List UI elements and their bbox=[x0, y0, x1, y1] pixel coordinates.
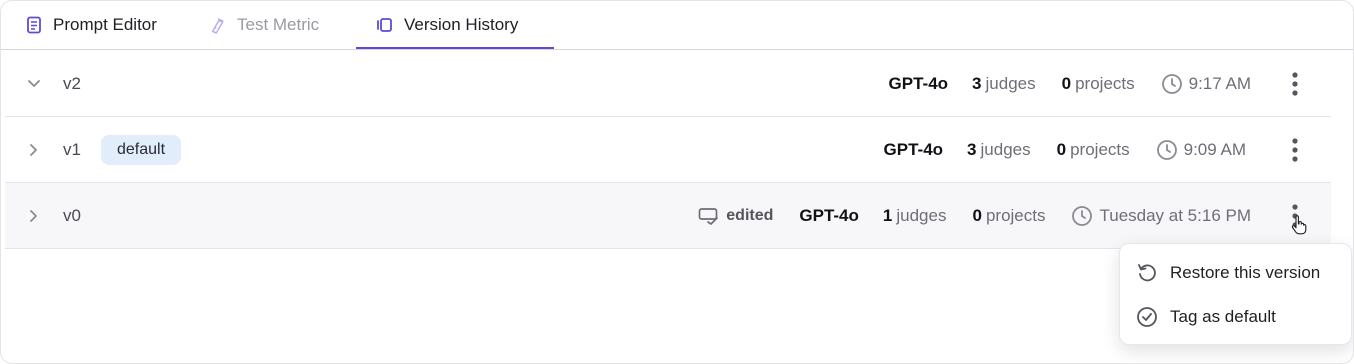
version-history-panel: Prompt Editor Test Metric Version Histor… bbox=[0, 0, 1354, 364]
default-badge: default bbox=[101, 134, 182, 165]
timestamp: Tuesday at 5:16 PM bbox=[1099, 205, 1251, 225]
version-meta: edited GPT-4o 1 judges 0 projects Tuesda… bbox=[698, 205, 1251, 227]
tag-default-menu-item[interactable]: Tag as default bbox=[1136, 306, 1276, 328]
timestamp: 9:09 AM bbox=[1183, 139, 1246, 159]
projects-label: projects bbox=[985, 205, 1046, 225]
judges-label: judges bbox=[985, 73, 1036, 93]
chevron-right-icon[interactable] bbox=[27, 143, 41, 157]
judges-count: 3 bbox=[967, 139, 977, 159]
clock-icon bbox=[1156, 139, 1178, 161]
projects-count: 0 bbox=[972, 205, 982, 225]
chevron-down-icon[interactable] bbox=[27, 77, 41, 91]
tab-label: Version History bbox=[404, 15, 519, 34]
edited-indicator: edited bbox=[698, 207, 773, 225]
tab-test-metric[interactable]: Test Metric bbox=[209, 1, 319, 49]
menu-item-label: Restore this version bbox=[1170, 263, 1321, 282]
judges-label: judges bbox=[896, 205, 947, 225]
flask-icon bbox=[209, 16, 227, 34]
version-label: v1 bbox=[63, 139, 81, 159]
version-meta: GPT-4o 3 judges 0 projects 9:17 AM bbox=[889, 73, 1251, 95]
version-meta: GPT-4o 3 judges 0 projects 9:09 AM bbox=[884, 139, 1246, 161]
version-label: v2 bbox=[63, 73, 81, 93]
tab-label: Prompt Editor bbox=[53, 15, 157, 34]
version-row[interactable]: v2 GPT-4o 3 judges 0 projects 9:17 AM bbox=[5, 51, 1331, 117]
pointer-cursor-icon bbox=[1291, 215, 1307, 235]
tab-bar: Prompt Editor Test Metric Version Histor… bbox=[1, 1, 1353, 50]
projects-label: projects bbox=[1070, 139, 1130, 159]
judges-count: 3 bbox=[972, 73, 982, 93]
tab-prompt-editor[interactable]: Prompt Editor bbox=[25, 1, 157, 49]
tab-version-history[interactable]: Version History bbox=[376, 1, 518, 49]
version-row[interactable]: v0 edited GPT-4o 1 judges 0 projects Tue… bbox=[5, 183, 1331, 249]
projects-count: 0 bbox=[1056, 139, 1067, 159]
edited-label: edited bbox=[726, 206, 774, 224]
model-name: GPT-4o bbox=[888, 73, 949, 93]
version-label: v0 bbox=[63, 205, 81, 225]
more-options-icon[interactable] bbox=[1287, 136, 1303, 164]
restore-icon bbox=[1136, 262, 1158, 284]
timestamp: 9:17 AM bbox=[1188, 73, 1251, 93]
versions-icon bbox=[376, 16, 394, 34]
edited-icon bbox=[698, 207, 720, 225]
clock-icon bbox=[1161, 73, 1183, 95]
clock-icon bbox=[1071, 205, 1093, 227]
document-icon bbox=[25, 16, 43, 34]
version-actions-menu: Restore this version Tag as default bbox=[1119, 243, 1352, 345]
chevron-right-icon[interactable] bbox=[27, 209, 41, 223]
judges-count: 1 bbox=[882, 205, 893, 225]
projects-count: 0 bbox=[1061, 73, 1072, 93]
tab-label: Test Metric bbox=[237, 15, 320, 34]
model-name: GPT-4o bbox=[799, 205, 859, 225]
active-tab-indicator bbox=[356, 47, 554, 49]
version-row[interactable]: v1 default GPT-4o 3 judges 0 projects 9:… bbox=[5, 117, 1331, 183]
restore-version-menu-item[interactable]: Restore this version bbox=[1136, 262, 1320, 284]
more-options-icon[interactable] bbox=[1287, 70, 1303, 98]
model-name: GPT-4o bbox=[883, 139, 944, 159]
judges-label: judges bbox=[980, 139, 1031, 159]
menu-item-label: Tag as default bbox=[1170, 307, 1276, 326]
check-circle-icon bbox=[1136, 306, 1158, 328]
projects-label: projects bbox=[1075, 73, 1135, 93]
